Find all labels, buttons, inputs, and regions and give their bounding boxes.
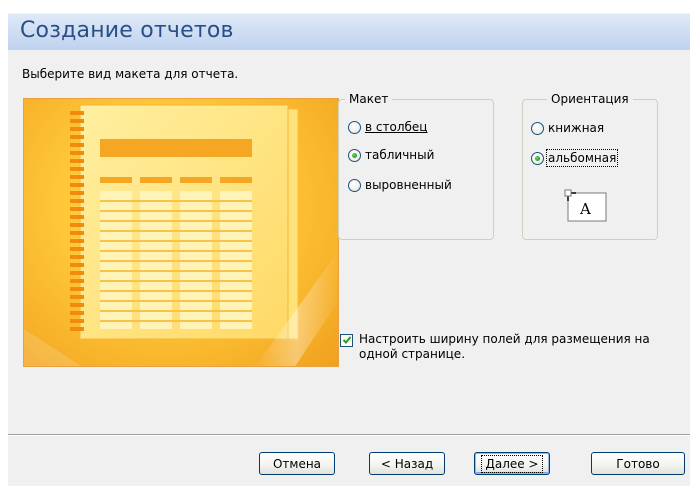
radio-button[interactable]	[348, 178, 361, 192]
landscape-orientation-icon: A	[564, 189, 608, 227]
orientation-group-legend: Ориентация	[547, 92, 633, 106]
checkmark-icon	[342, 336, 352, 344]
fit-fields-checkbox-row[interactable]: Настроить ширину полей для размещения на…	[340, 332, 680, 362]
finish-button-label: Готово	[616, 456, 660, 471]
radio-button[interactable]	[531, 121, 544, 135]
cancel-button[interactable]: Отмена	[259, 452, 335, 475]
radio-button[interactable]	[348, 120, 361, 134]
layout-preview-image	[23, 98, 339, 367]
back-button[interactable]: < Назад	[369, 452, 445, 475]
wizard-header: Создание отчетов	[8, 13, 690, 50]
radio-orientation-portrait[interactable]: книжная	[531, 121, 604, 135]
radio-layout-tabular[interactable]: табличный	[348, 148, 434, 162]
layout-group-legend: Макет	[345, 92, 393, 106]
radio-label-justified: выровненный	[365, 178, 452, 192]
report-preview-illustration	[24, 104, 338, 366]
report-wizard-dialog: Создание отчетов Выберите вид макета для…	[0, 0, 698, 486]
wizard-body: Выберите вид макета для отчета. Макет в …	[8, 50, 690, 486]
cancel-button-label: Отмена	[272, 456, 322, 471]
instruction-text: Выберите вид макета для отчета.	[22, 67, 239, 81]
button-separator	[8, 434, 690, 436]
radio-button-checked[interactable]	[531, 151, 544, 165]
fit-fields-checkbox-label: Настроить ширину полей для размещения на…	[359, 332, 650, 361]
wizard-title: Создание отчетов	[20, 18, 234, 43]
radio-label-landscape: альбомная	[545, 149, 619, 167]
next-button[interactable]: Далее >	[474, 452, 550, 475]
radio-button-checked[interactable]	[348, 148, 361, 162]
back-button-label: < Назад	[380, 456, 434, 471]
finish-button[interactable]: Готово	[591, 452, 685, 475]
radio-layout-justified[interactable]: выровненный	[348, 178, 452, 192]
radio-label-columnar: в столбец	[365, 120, 428, 134]
radio-orientation-landscape[interactable]: альбомная	[531, 149, 619, 167]
radio-label-tabular: табличный	[365, 148, 435, 162]
radio-layout-columnar[interactable]: в столбец	[348, 120, 427, 134]
next-button-label: Далее >	[481, 454, 543, 473]
fit-fields-checkbox[interactable]	[340, 334, 353, 347]
radio-label-portrait: книжная	[548, 121, 605, 135]
orientation-icon-glyph: A	[579, 200, 591, 218]
